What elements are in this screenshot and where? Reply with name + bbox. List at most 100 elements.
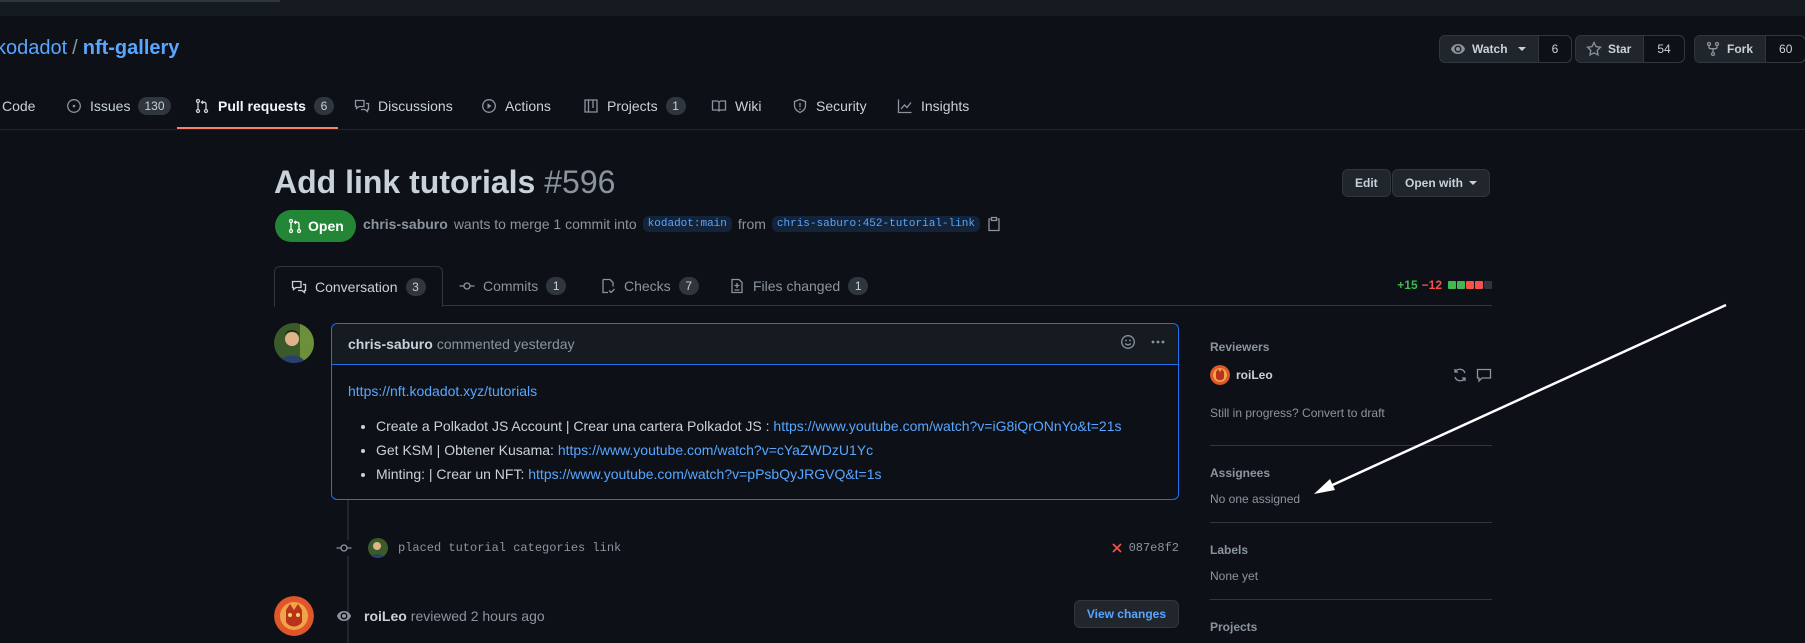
avatar[interactable] [274,323,314,363]
view-changes-button[interactable]: View changes [1073,600,1179,628]
nav-insights-label: Insights [921,98,970,114]
reviewer-name[interactable]: roiLeo [1236,368,1273,382]
labels-heading[interactable]: Labels [1210,543,1248,557]
diffstat-deletions: −12 [1421,278,1442,292]
tab-conversation-label: Conversation [315,278,398,295]
nav-insights[interactable]: Insights [897,82,969,130]
avatar[interactable] [1210,365,1230,385]
repo-name-link[interactable]: nft-gallery [83,37,180,59]
nav-issues[interactable]: Issues 130 [66,82,171,130]
nav-actions[interactable]: Actions [481,82,551,130]
comment-action[interactable]: commented yesterday [437,336,575,352]
diffstat-block [1475,281,1483,289]
fork-label: Fork [1727,42,1754,56]
chevron-down-icon [1517,47,1526,51]
shield-icon [793,98,807,114]
git-pull-request-icon [288,218,302,234]
eye-icon [337,611,351,621]
fork-count[interactable]: 60 [1766,36,1805,62]
projects-heading[interactable]: Projects [1210,620,1257,634]
top-bar [0,0,1805,16]
review-author[interactable]: roiLeo [364,608,407,624]
open-with-button[interactable]: Open with [1392,169,1490,197]
commit-author-avatar[interactable] [368,538,388,558]
commit-sha-group: 087e8f2 [1111,541,1179,555]
comment-icon[interactable] [1476,367,1492,383]
comment-author[interactable]: chris-saburo [348,336,433,352]
nav-projects-count: 1 [665,97,686,115]
star-button-group: Star 54 [1575,35,1685,63]
review-action[interactable]: reviewed 2 hours ago [411,608,545,624]
project-icon [584,99,598,113]
tab-files-count: 1 [848,277,869,295]
tab-conversation[interactable]: Conversation 3 [274,266,443,307]
comment-list: Create a Polkadot JS Account | Crear una… [348,416,1162,485]
issue-opened-icon [67,99,81,113]
diffstat-additions: +15 [1397,278,1418,292]
fork-button-group: Fork 60 [1694,35,1805,63]
fork-button[interactable]: Fork [1695,36,1767,62]
nav-discussions-label: Discussions [378,98,453,114]
assignees-heading[interactable]: Assignees [1210,466,1270,480]
star-button[interactable]: Star [1576,36,1645,62]
projects-section: Projects [1210,600,1492,643]
list-item-link[interactable]: https://www.youtube.com/watch?v=pPsbQyJR… [528,466,881,482]
nav-pull-requests[interactable]: Pull requests 6 [194,82,334,130]
nav-discussions[interactable]: Discussions [354,82,453,130]
star-count[interactable]: 54 [1644,36,1684,62]
comment-box: chris-saburo commented yesterday https:/… [331,323,1179,500]
list-item: Minting: | Crear un NFT: https://www.you… [376,464,1162,485]
list-item-link[interactable]: https://www.youtube.com/watch?v=iG8iQrON… [773,418,1121,434]
nav-security[interactable]: Security [792,82,867,130]
tab-checks[interactable]: Checks 7 [600,266,699,306]
tab-commits[interactable]: Commits 1 [459,266,567,306]
pr-meta: chris-saburo wants to merge 1 commit int… [363,216,1002,232]
edit-label: Edit [1355,176,1378,190]
diffstat-block [1466,281,1474,289]
comment-link[interactable]: https://nft.kodadot.xyz/tutorials [348,383,537,399]
commit-message[interactable]: placed tutorial categories link [398,541,621,555]
nav-wiki[interactable]: Wiki [711,82,761,130]
reviewers-heading[interactable]: Reviewers [1210,340,1269,354]
avatar-image [274,596,314,636]
watch-button[interactable]: Watch [1440,36,1539,62]
reviewer-avatar[interactable] [274,596,314,636]
tab-commits-label: Commits [483,278,539,294]
fork-icon [1706,41,1720,57]
tab-checks-count: 7 [678,277,699,295]
sync-icon[interactable] [1452,367,1468,383]
edit-button[interactable]: Edit [1342,169,1391,197]
sidebar: Reviewers roiLeo Still in progress? Conv… [1210,330,1492,643]
pr-author-link[interactable]: chris-saburo [363,216,448,232]
smiley-icon[interactable] [1120,334,1136,350]
nav-pulls-count: 6 [313,97,334,115]
diffstat: +15 −12 [1397,278,1492,292]
tab-files-changed[interactable]: Files changed 1 [729,266,869,306]
list-item: Get KSM | Obtener Kusama: https://www.yo… [376,440,1162,461]
diffstat-blocks [1448,281,1492,289]
pr-tabs: Conversation 3 Commits 1 Checks 7 Files … [274,266,1492,307]
search-bar-edge[interactable] [0,0,280,2]
base-branch[interactable]: kodadot:main [642,216,732,232]
tab-commits-count: 1 [546,277,567,295]
head-branch[interactable]: chris-saburo:452-tutorial-link [771,216,980,232]
tab-checks-label: Checks [624,278,671,294]
graph-icon [897,99,912,114]
commit-sha[interactable]: 087e8f2 [1129,541,1179,555]
nav-pulls-label: Pull requests [218,98,306,114]
watch-count[interactable]: 6 [1538,36,1572,62]
avatar-image [274,323,314,363]
nav-code[interactable]: Code [2,82,35,130]
list-item-text: Minting: | Crear un NFT: [376,466,529,482]
repo-owner-link[interactable]: kodadot [0,37,67,59]
review-row: roiLeo reviewed 2 hours ago View changes [336,600,1179,632]
convert-to-draft[interactable]: Still in progress? Convert to draft [1210,406,1385,420]
kebab-horizontal-icon[interactable] [1150,334,1166,350]
nav-projects[interactable]: Projects 1 [583,82,686,130]
x-icon[interactable] [1111,542,1123,554]
pr-state-badge: Open [275,210,356,242]
list-item-link[interactable]: https://www.youtube.com/watch?v=cYaZWDzU… [558,442,873,458]
pr-number: #596 [544,164,616,200]
copy-icon[interactable] [986,216,1002,232]
star-icon [1586,41,1602,57]
